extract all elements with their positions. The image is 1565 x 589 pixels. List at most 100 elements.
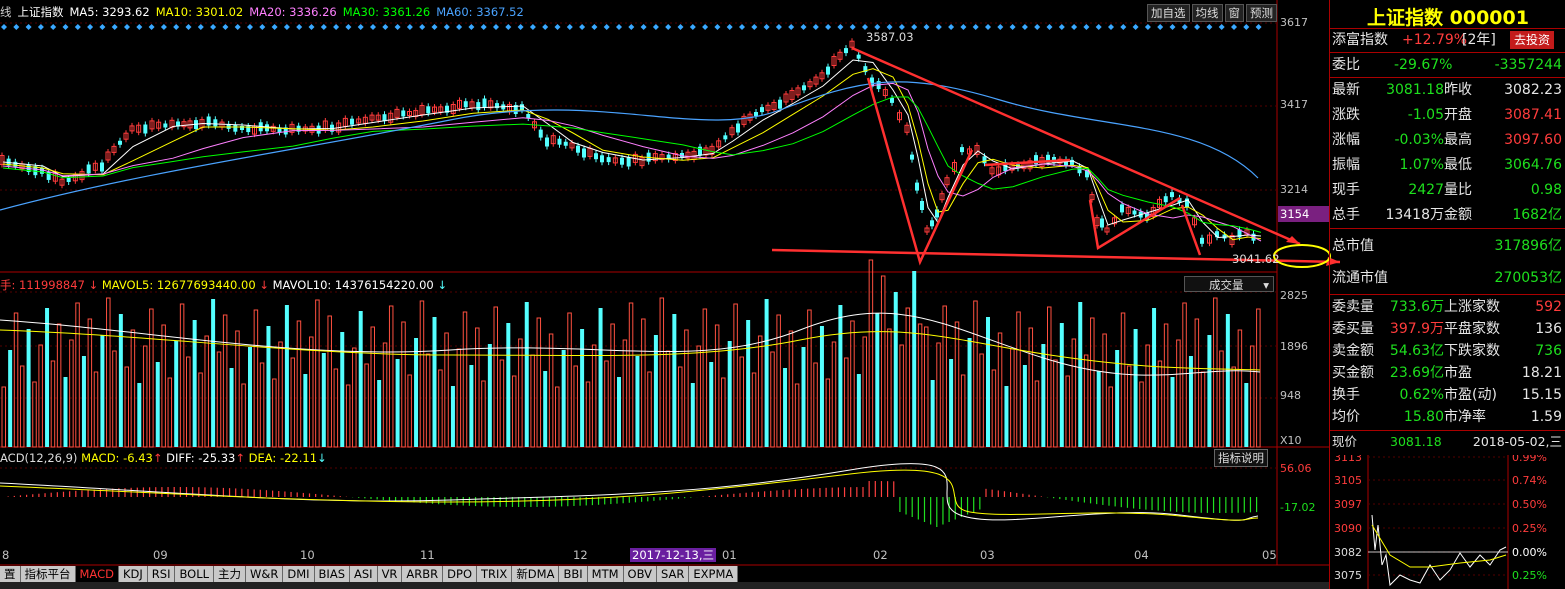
forecast-button[interactable]: 预测 xyxy=(1246,4,1277,22)
volume-bar xyxy=(1213,297,1218,448)
ma-button[interactable]: 均线 xyxy=(1191,4,1223,22)
bottom-strip xyxy=(0,582,1330,589)
tab-item[interactable]: BBI xyxy=(559,566,588,582)
weibi-label: 委比 xyxy=(1332,57,1360,73)
current-price-marker: 3154 xyxy=(1278,206,1330,222)
volume-bar xyxy=(1194,318,1200,448)
intraday-mini-chart[interactable]: 3113 3105 3097 3090 3082 3075 0.99% 0.74% 0.50% 0… xyxy=(1330,455,1565,589)
tab-item[interactable]: MTM xyxy=(587,566,624,582)
volume-bar xyxy=(69,339,74,448)
candle-body xyxy=(118,140,122,145)
candle-body xyxy=(143,124,148,134)
candle-body xyxy=(915,182,919,191)
volume-bar xyxy=(1108,386,1113,448)
volume-bar xyxy=(997,332,1003,448)
current-price-row: 现价 3081.18 2018-05-02,三 xyxy=(1332,431,1562,453)
candle-body xyxy=(13,161,18,167)
candle-body xyxy=(538,129,543,138)
quote-value: 15.80 xyxy=(1403,409,1444,425)
candle-body xyxy=(40,167,44,174)
add-favorite-button[interactable]: 加自选 xyxy=(1147,4,1190,22)
volume-bar xyxy=(1145,344,1150,448)
volume-bar xyxy=(548,333,554,448)
tab-item[interactable]: SAR xyxy=(656,566,690,582)
quote-value: -0.03% xyxy=(1394,132,1444,148)
diamond-marker xyxy=(1071,24,1078,30)
volume-bar xyxy=(949,359,954,447)
quote-label: 振幅 xyxy=(1332,157,1360,173)
tab-item[interactable]: 主力 xyxy=(214,566,247,582)
volume-bar xyxy=(303,374,308,447)
candle-body xyxy=(520,104,524,111)
month-label: 8 xyxy=(2,548,10,562)
tab-item[interactable]: W&R xyxy=(246,566,284,582)
volume-bar xyxy=(1207,335,1212,447)
diamond-marker xyxy=(1021,24,1028,30)
volume-bar xyxy=(266,326,271,447)
quote-label: 现手 xyxy=(1332,182,1360,198)
diamond-marker xyxy=(554,24,561,30)
volume-bar xyxy=(788,330,794,448)
window-button[interactable]: 窗 xyxy=(1224,4,1244,22)
quote-label: 金额 xyxy=(1444,207,1472,223)
volume-bar xyxy=(1041,344,1046,447)
volume-bar xyxy=(56,323,62,448)
indicator-help-button[interactable]: 指标说明 xyxy=(1214,449,1268,467)
diamond-marker xyxy=(480,24,487,30)
quote-label: 涨幅 xyxy=(1332,132,1360,148)
diamond-marker xyxy=(1058,24,1065,30)
tab-item[interactable]: DMI xyxy=(283,566,315,582)
tab-item[interactable]: BIAS xyxy=(314,566,350,582)
volume-header: 手: 111998847 ↓ MAVOL5: 12677693440.00 ↓ … xyxy=(0,278,448,292)
tab-item[interactable]: EXPMA xyxy=(689,566,739,582)
tab-item[interactable]: VR xyxy=(377,566,403,582)
diamond-marker xyxy=(505,24,512,30)
volume-bar xyxy=(432,317,437,447)
volume-bar xyxy=(757,335,763,448)
quote-label: 平盘家数 xyxy=(1444,321,1500,337)
mini-left-label: 3090 xyxy=(1334,522,1362,535)
diamond-marker xyxy=(628,24,635,30)
tab-item[interactable]: 新DMA xyxy=(512,566,560,582)
diamond-marker xyxy=(1157,24,1164,30)
volume-axis-label: 948 xyxy=(1280,389,1301,402)
volume-bar xyxy=(179,303,185,448)
tab-item[interactable]: KDJ xyxy=(118,566,148,582)
volume-bar xyxy=(211,299,216,447)
volume-bar xyxy=(425,353,431,448)
tab-item[interactable]: 指标平台 xyxy=(20,566,76,582)
volume-bar xyxy=(315,299,320,448)
volume-bar xyxy=(567,312,572,448)
volume-bar xyxy=(13,312,19,448)
tab-item[interactable]: MACD xyxy=(75,566,119,582)
quote-value: 592 xyxy=(1535,299,1562,315)
tab-item[interactable]: ARBR xyxy=(402,566,444,582)
volume-bar xyxy=(665,350,671,448)
mini-left-label: 3097 xyxy=(1334,498,1362,511)
tab-item[interactable]: 置 xyxy=(0,566,21,582)
volume-bar xyxy=(721,377,726,448)
volume-bar xyxy=(137,383,142,447)
volume-selector[interactable]: 成交量 ▾ xyxy=(1184,276,1274,292)
tab-item[interactable]: TRIX xyxy=(477,566,513,582)
diamond-marker xyxy=(702,24,709,30)
tab-item[interactable]: OBV xyxy=(623,566,657,582)
volume-bar xyxy=(880,275,886,448)
diamond-marker xyxy=(13,24,20,30)
invest-button[interactable]: 去投资 xyxy=(1510,31,1555,49)
tab-item[interactable]: ASI xyxy=(350,566,378,582)
tab-item[interactable]: DPO xyxy=(443,566,478,582)
total-mv-row: 总市值 317896亿 xyxy=(1332,235,1562,257)
tab-item[interactable]: RSI xyxy=(147,566,176,582)
month-label: 03 xyxy=(980,548,995,562)
tab-item[interactable]: BOLL xyxy=(175,566,215,582)
diamond-marker xyxy=(677,24,684,30)
volume-bar xyxy=(155,362,160,447)
quote-value: 3087.41 xyxy=(1504,107,1562,123)
candle-body xyxy=(86,164,91,174)
volume-bar xyxy=(118,314,123,447)
candle-body xyxy=(1163,196,1168,203)
quote-label: 市净率 xyxy=(1444,409,1486,425)
quote-value: 13418万 xyxy=(1385,207,1444,223)
diamond-marker xyxy=(271,24,278,30)
